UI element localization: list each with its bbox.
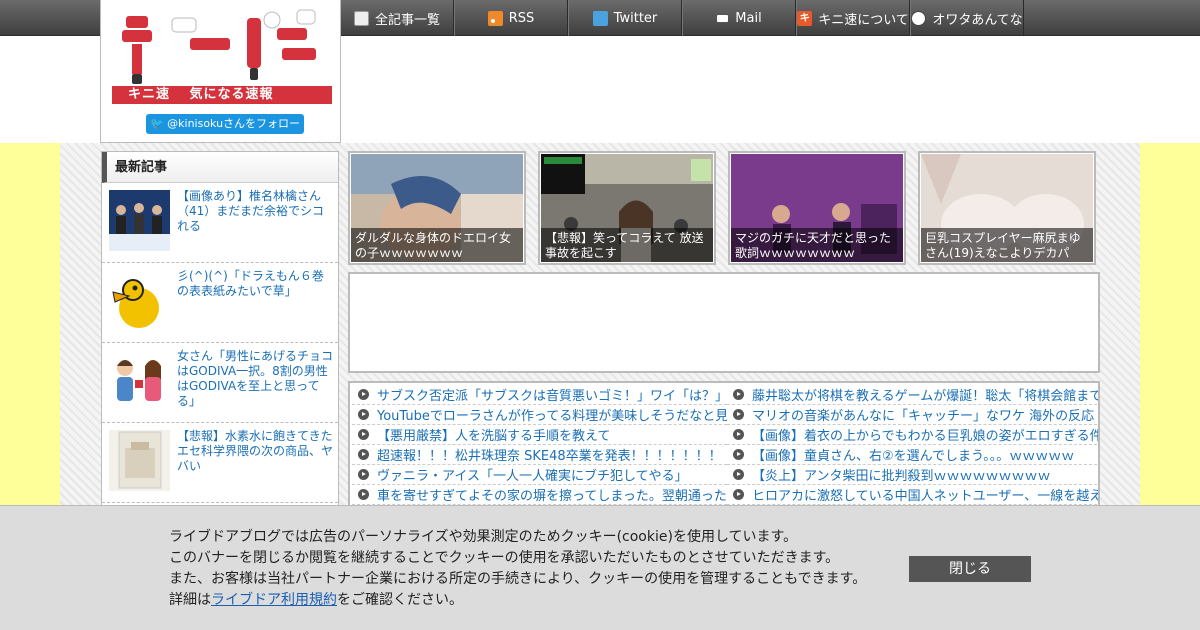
headline-column-left: サブスク否定派「サブスクは音質悪いゴミ！」ワイ「は？」 YouTubeでローラさ… [352,385,727,505]
list-item[interactable]: 女さん「男性にあげるチョコはGODIVA一択。8割の男性はGODIVAを至上と思… [102,343,338,423]
cookie-close-button[interactable]: 閉じる [909,556,1031,582]
cookie-line: ライブドアブログでは広告のパーソナライズや効果測定のためクッキー(cookie)… [169,529,798,545]
play-bullet-icon [733,489,744,500]
list-item[interactable]: ヒロアカに激怒している中国人ネットユーザー、一線を越え [727,485,1098,505]
featured-caption: 【悲報】笑ってコラえて 放送事故を起こす [541,228,713,262]
list-item[interactable]: 藤井聡太が将棋を教えるゲームが爆誕！聡太「将棋会館まで [727,385,1098,405]
list-item[interactable]: 【悪用厳禁】人を洗脳する手順を教えて [352,425,727,445]
article-thumbnail[interactable] [109,350,170,411]
list-item[interactable]: 彡(^)(^)「ドラえもん６巻の表表紙みたいで草」 [102,263,338,343]
nav-label: Twitter [613,10,658,26]
rss-icon [487,10,503,26]
logo-tagline: キニ速 気になる速報 [112,86,332,104]
headline-column-right: 藤井聡太が将棋を教えるゲームが爆誕！聡太「将棋会館まで マリオの音楽があんなに「… [727,385,1098,505]
featured-caption: ダルダルな身体のドエロイ女の子ｗｗｗｗｗｗｗ [351,228,523,262]
headline-link[interactable]: 【画像】童貞さん、右②を選んでしまう。。。ｗｗｗｗｗ [752,445,1074,464]
follow-label: @kinisokuさんをフォロー [167,117,301,130]
headline-link[interactable]: 車を寄せすぎてよその家の塀を擦ってしまった。翌朝通った [377,485,727,504]
play-bullet-icon [358,469,369,480]
cookie-notice-text: ライブドアブログでは広告のパーソナライズや効果測定のためクッキー(cookie)… [169,527,889,611]
headline-link[interactable]: 藤井聡太が将棋を教えるゲームが爆誕！聡太「将棋会館まで [752,385,1098,404]
twitter-follow-button[interactable]: 🐦 @kinisokuさんをフォロー [146,114,304,134]
headline-link[interactable]: マリオの音楽があんなに「キャッチー」なワケ 海外の反応 [752,405,1094,424]
main-nav: 全記事一覧 RSS Twitter Mail キ キニ速について オワタあんてな [340,0,1024,36]
site-logo[interactable] [112,8,332,88]
mail-icon [716,13,730,23]
cookie-line: また、お客様は当社パートナー企業における所定の手続きにより、クッキーの使用を管理… [169,571,867,587]
list-icon [353,10,369,26]
play-bullet-icon [733,389,744,400]
nav-mail[interactable]: Mail [682,0,796,36]
play-bullet-icon [358,489,369,500]
list-item[interactable]: 【炎上】アンタ柴田に批判殺到ｗｗｗｗｗｗｗｗｗ [727,465,1098,485]
article-title[interactable]: 【画像あり】椎名林檎さん（41）まだまだ余裕でシコれる [177,189,335,234]
sidebar-heading: 最新記事 [102,152,338,183]
list-item[interactable]: 【画像】童貞さん、右②を選んでしまう。。。ｗｗｗｗｗ [727,445,1098,465]
nav-owata-antenna[interactable]: オワタあんてな [910,0,1024,36]
kini-icon: キ [797,10,813,26]
play-bullet-icon [733,429,744,440]
headline-link[interactable]: ヴァニラ・アイス「一人一人確実にブチ犯してやる」 [377,465,688,484]
article-title[interactable]: 彡(^)(^)「ドラえもん６巻の表表紙みたいで草」 [177,269,335,299]
play-bullet-icon [358,429,369,440]
list-item[interactable]: 超速報！！！松井珠理奈 SKE48卒業を発表！！！！！！！ [352,445,727,465]
play-bullet-icon [733,469,744,480]
featured-article[interactable]: 【悲報】笑ってコラえて 放送事故を起こす [538,151,716,265]
list-item[interactable]: マリオの音楽があんなに「キャッチー」なワケ 海外の反応 [727,405,1098,425]
list-item[interactable]: ヴァニラ・アイス「一人一人確実にブチ犯してやる」 [352,465,727,485]
article-thumbnail[interactable] [109,270,170,331]
play-bullet-icon [733,449,744,460]
nav-label: 全記事一覧 [374,12,440,28]
featured-article[interactable]: マジのガチに天才だと思った歌詞ｗｗｗｗｗｗｗｗ [728,151,906,265]
list-item[interactable]: 【悲報】水素水に飽きてきたエセ科学界隈の次の商品、ヤバい [102,423,338,503]
nav-label: オワタあんてな [932,12,1023,28]
nav-label: RSS [508,10,535,26]
featured-caption: 巨乳コスプレイヤー麻尻まゆさん(19)えなこよりデカパ [921,228,1093,262]
featured-article[interactable]: 巨乳コスプレイヤー麻尻まゆさん(19)えなこよりデカパ [918,151,1096,265]
owata-icon [911,10,927,26]
latest-articles-sidebar: 最新記事 【画像あり】椎名林檎さん（41）まだまだ余裕でシコれる 彡(^)(^)… [101,151,339,511]
nav-twitter[interactable]: Twitter [568,0,682,36]
ad-slot [348,272,1100,373]
headline-link[interactable]: サブスク否定派「サブスクは音質悪いゴミ！」ワイ「は？」 [377,385,727,404]
headline-link[interactable]: 超速報！！！松井珠理奈 SKE48卒業を発表！！！！！！！ [377,445,722,464]
play-bullet-icon [358,449,369,460]
headline-link[interactable]: 【炎上】アンタ柴田に批判殺到ｗｗｗｗｗｗｗｗｗ [752,465,1050,484]
headline-list: サブスク否定派「サブスクは音質悪いゴミ！」ワイ「は？」 YouTubeでローラさ… [348,381,1100,521]
twitter-icon [592,10,608,26]
featured-article[interactable]: ダルダルな身体のドエロイ女の子ｗｗｗｗｗｗｗ [348,151,526,265]
list-item[interactable]: 【画像】着衣の上からでもわかる巨乳娘の姿がエロすぎる件 [727,425,1098,445]
nav-label: Mail [735,10,762,26]
nav-about[interactable]: キ キニ速について [796,0,910,36]
featured-caption: マジのガチに天才だと思った歌詞ｗｗｗｗｗｗｗｗ [731,228,903,262]
nav-rss[interactable]: RSS [454,0,568,36]
article-thumbnail[interactable] [109,190,170,251]
cookie-line: 詳細はライブドア利用規約をご確認ください。 [169,590,889,611]
play-bullet-icon [358,409,369,420]
cookie-detail-suffix: をご確認ください。 [337,592,463,608]
article-title[interactable]: 【悲報】水素水に飽きてきたエセ科学界隈の次の商品、ヤバい [177,429,335,474]
twitter-bird-icon: 🐦 [149,117,168,130]
cookie-line: このバナーを閉じるか閲覧を継続することでクッキーの使用を承認いただいたものとさせ… [169,550,840,566]
play-bullet-icon [358,389,369,400]
list-item[interactable]: 車を寄せすぎてよその家の塀を擦ってしまった。翌朝通った [352,485,727,505]
terms-link[interactable]: ライブドア利用規約 [211,592,337,608]
headline-link[interactable]: YouTubeでローラさんが作ってる料理が美味しそうだなと見 [377,405,727,424]
headline-link[interactable]: ヒロアカに激怒している中国人ネットユーザー、一線を越え [752,485,1098,504]
headline-link[interactable]: 【悪用厳禁】人を洗脳する手順を教えて [377,425,610,444]
play-bullet-icon [733,409,744,420]
list-item[interactable]: YouTubeでローラさんが作ってる料理が美味しそうだなと見 [352,405,727,425]
headline-link[interactable]: 【画像】着衣の上からでもわかる巨乳娘の姿がエロすぎる件 [752,425,1098,444]
nav-all-articles[interactable]: 全記事一覧 [340,0,454,36]
list-item[interactable]: 【画像あり】椎名林檎さん（41）まだまだ余裕でシコれる [102,183,338,263]
cookie-consent-banner: ライブドアブログでは広告のパーソナライズや効果測定のためクッキー(cookie)… [0,505,1200,630]
site-logo-box: キニ速 気になる速報 🐦 @kinisokuさんをフォロー [100,0,341,143]
list-item[interactable]: サブスク否定派「サブスクは音質悪いゴミ！」ワイ「は？」 [352,385,727,405]
article-thumbnail[interactable] [109,430,170,491]
nav-label: キニ速について [818,12,909,28]
cookie-detail-prefix: 詳細は [169,592,211,608]
article-title[interactable]: 女さん「男性にあげるチョコはGODIVA一択。8割の男性はGODIVAを至上と思… [177,349,335,409]
